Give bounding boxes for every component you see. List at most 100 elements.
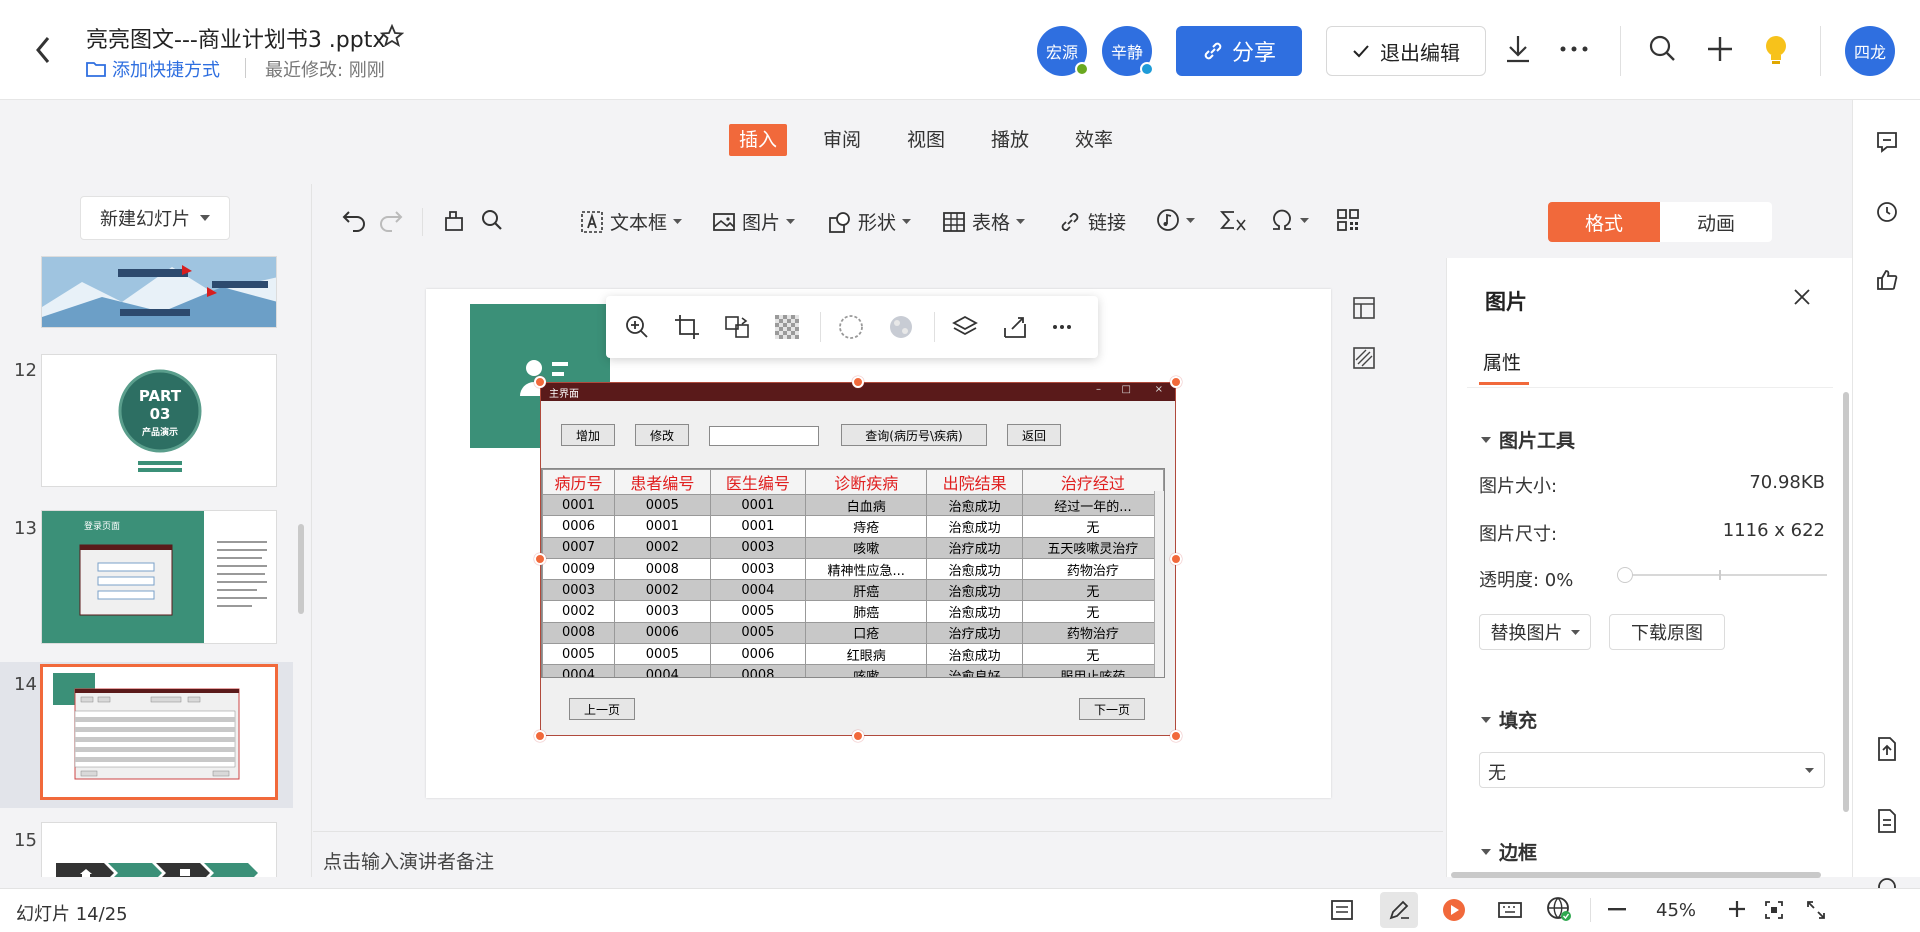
user-avatar[interactable]: 四龙 bbox=[1845, 26, 1895, 76]
opacity-slider[interactable] bbox=[1623, 574, 1827, 576]
keyboard-icon[interactable] bbox=[1498, 898, 1522, 922]
border-circle-icon[interactable] bbox=[838, 314, 864, 340]
document-title[interactable]: 亮亮图文---商业计划书3 .pptx bbox=[86, 22, 385, 54]
audio-button[interactable] bbox=[1156, 208, 1195, 232]
document-icon[interactable] bbox=[1875, 808, 1899, 834]
format-painter-icon[interactable] bbox=[442, 208, 466, 232]
fit-to-window-icon[interactable] bbox=[1764, 900, 1784, 920]
resize-handle[interactable] bbox=[852, 730, 864, 742]
picture-button[interactable]: 图片 bbox=[712, 208, 796, 235]
collaborator-name: 宏源 bbox=[1045, 43, 1078, 62]
download-original-button[interactable]: 下载原图 bbox=[1609, 614, 1725, 650]
section-border[interactable]: 边框 bbox=[1481, 838, 1537, 865]
tab-review[interactable]: 审阅 bbox=[813, 124, 871, 156]
back-arrow-icon[interactable] bbox=[28, 30, 60, 70]
zoom-in-icon[interactable] bbox=[624, 314, 650, 340]
plus-icon[interactable] bbox=[1706, 34, 1734, 64]
table-button[interactable]: 表格 bbox=[942, 208, 1026, 235]
resize-handle[interactable] bbox=[534, 553, 546, 565]
slide-panel-scrollbar[interactable] bbox=[298, 524, 304, 614]
edit-mode-button[interactable] bbox=[1380, 892, 1418, 928]
search-icon[interactable] bbox=[1648, 34, 1676, 64]
table-icon bbox=[943, 211, 965, 232]
share-button[interactable]: 分享 bbox=[1176, 26, 1302, 76]
collaborator-avatar[interactable]: 辛静 bbox=[1102, 26, 1154, 76]
add-shortcut-link[interactable]: 添加快捷方式 bbox=[86, 56, 220, 82]
formula-icon[interactable] bbox=[1220, 208, 1248, 232]
background-icon[interactable] bbox=[1352, 346, 1376, 370]
fullscreen-icon[interactable] bbox=[1806, 900, 1826, 920]
section-picture-tools[interactable]: 图片工具 bbox=[1481, 426, 1575, 453]
resize-handle[interactable] bbox=[1170, 376, 1182, 388]
embedded-screenshot-image[interactable]: 主界面 – □ × 增加 修改 查询(病历号\疾病) 返回 病历号 患者编号 医… bbox=[540, 382, 1176, 736]
tab-properties[interactable]: 属性 bbox=[1483, 348, 1521, 375]
table-row: 0005 0005 0006 红眼病 治愈成功无 bbox=[542, 643, 1164, 666]
resize-handle[interactable] bbox=[534, 376, 546, 388]
language-icon[interactable] bbox=[1546, 896, 1572, 922]
tab-format[interactable]: 格式 bbox=[1548, 202, 1660, 242]
slide-thumb-12[interactable]: PART 03 产品演示 bbox=[41, 354, 277, 487]
table-cell: 治愈成功 bbox=[926, 493, 1023, 517]
crop-icon[interactable] bbox=[674, 314, 700, 340]
symbol-button[interactable] bbox=[1270, 208, 1309, 232]
fill-select[interactable]: 无 bbox=[1479, 752, 1825, 788]
replace-picture-button[interactable]: 替换图片 bbox=[1479, 614, 1591, 650]
speaker-notes-input[interactable]: 点击输入演讲者备注 bbox=[313, 831, 1443, 877]
slide-thumb-13[interactable]: 登录页面 bbox=[41, 510, 277, 644]
add-shortcut-label: 添加快捷方式 bbox=[112, 60, 220, 81]
panel-vertical-scrollbar[interactable] bbox=[1843, 392, 1849, 812]
online-status-dot bbox=[1075, 62, 1089, 76]
section-fill[interactable]: 填充 bbox=[1481, 706, 1537, 733]
download-icon[interactable] bbox=[1504, 34, 1532, 64]
tab-animation[interactable]: 动画 bbox=[1660, 202, 1772, 242]
zoom-in-icon[interactable] bbox=[1728, 900, 1746, 918]
replace-image-icon[interactable] bbox=[724, 314, 750, 340]
resize-handle[interactable] bbox=[534, 730, 546, 742]
thumbs-up-icon[interactable] bbox=[1875, 268, 1899, 292]
link-button[interactable]: 链接 bbox=[1058, 208, 1126, 235]
star-icon[interactable] bbox=[380, 24, 404, 48]
undo-icon[interactable] bbox=[341, 208, 367, 232]
more-icon[interactable] bbox=[1052, 324, 1072, 330]
effect-circle-icon[interactable] bbox=[888, 314, 914, 340]
caret-down-icon bbox=[1300, 217, 1309, 223]
shape-button[interactable]: 形状 bbox=[828, 208, 912, 235]
slide-thumb-11[interactable] bbox=[41, 256, 277, 328]
slide-thumb-15[interactable] bbox=[41, 822, 277, 877]
rotate-icon[interactable] bbox=[1002, 314, 1028, 340]
divider bbox=[1467, 387, 1833, 388]
notes-view-icon[interactable] bbox=[1330, 898, 1354, 922]
panel-horizontal-scrollbar[interactable] bbox=[1451, 872, 1821, 878]
picture-icon bbox=[713, 212, 735, 231]
redo-icon[interactable] bbox=[378, 208, 404, 232]
exit-edit-button[interactable]: 退出编辑 bbox=[1326, 26, 1486, 76]
resize-handle[interactable] bbox=[852, 376, 864, 388]
tab-efficiency[interactable]: 效率 bbox=[1065, 124, 1123, 156]
qrcode-icon[interactable] bbox=[1336, 208, 1360, 232]
layers-icon[interactable] bbox=[952, 314, 978, 340]
collaborator-avatar[interactable]: 宏源 bbox=[1037, 26, 1089, 76]
resize-handle[interactable] bbox=[1170, 730, 1182, 742]
upload-file-icon[interactable] bbox=[1875, 736, 1899, 762]
lightbulb-icon[interactable] bbox=[1764, 34, 1788, 66]
zoom-out-icon[interactable] bbox=[1608, 908, 1626, 912]
tab-play[interactable]: 播放 bbox=[981, 124, 1039, 156]
tab-view[interactable]: 视图 bbox=[897, 124, 955, 156]
slide-thumb-14[interactable] bbox=[40, 664, 278, 800]
opacity-slider-thumb[interactable] bbox=[1617, 567, 1633, 583]
new-slide-button[interactable]: 新建幻灯片 bbox=[80, 196, 230, 240]
comment-icon[interactable] bbox=[1875, 130, 1899, 154]
resize-handle[interactable] bbox=[1170, 553, 1182, 565]
history-icon[interactable] bbox=[1875, 200, 1899, 224]
transparency-icon[interactable] bbox=[774, 314, 800, 340]
layout-icon[interactable] bbox=[1352, 296, 1376, 320]
zoom-level[interactable]: 45% bbox=[1656, 900, 1696, 921]
tab-insert[interactable]: 插入 bbox=[728, 124, 787, 156]
table-cell: 0007 bbox=[542, 536, 616, 559]
table-cell: 0004 bbox=[709, 579, 807, 602]
play-icon[interactable] bbox=[1442, 898, 1466, 922]
text-box-button[interactable]: 文本框 bbox=[580, 208, 683, 235]
find-icon[interactable] bbox=[480, 208, 504, 232]
close-icon[interactable] bbox=[1793, 288, 1811, 306]
more-icon[interactable] bbox=[1560, 46, 1588, 52]
